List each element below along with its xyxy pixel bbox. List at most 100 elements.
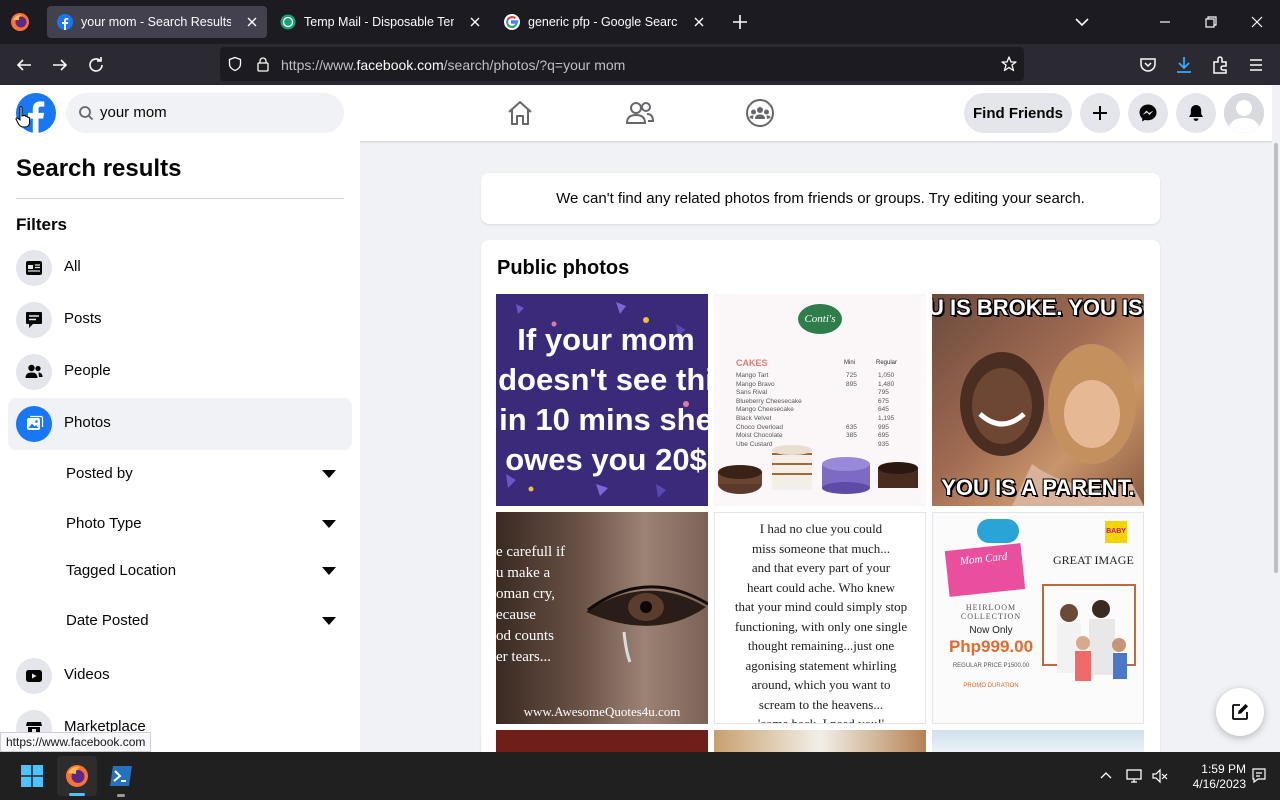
filter-videos[interactable]: Videos: [8, 650, 352, 702]
firefox-menu-icon[interactable]: [10, 12, 30, 32]
pocket-icon[interactable]: [1136, 53, 1160, 77]
regular-price: REGULAR PRICE P1500.00: [952, 663, 1030, 669]
downloads-icon[interactable]: [1172, 53, 1196, 77]
bookmark-star-icon[interactable]: [1000, 55, 1018, 73]
dropdown-caret-icon: [322, 470, 336, 478]
forward-icon[interactable]: [48, 53, 72, 77]
meme-top-text: U IS BROKE. YOU IS TIR: [932, 295, 1144, 320]
scrollbar-thumb[interactable]: [1274, 143, 1278, 573]
photo-result[interactable]: [932, 730, 1144, 754]
groups-icon[interactable]: [744, 97, 776, 129]
menu-regular: 1,195: [878, 414, 895, 422]
filter-label: Photos: [64, 414, 111, 431]
photo-result[interactable]: Conti's CAKES Mini Regular Mango Tart 725…: [714, 294, 926, 506]
filter-posts[interactable]: Posts: [8, 294, 352, 346]
back-icon[interactable]: [12, 53, 36, 77]
photo-result[interactable]: [496, 730, 708, 754]
plus-icon: [1093, 106, 1107, 120]
network-icon[interactable]: [1125, 767, 1143, 785]
promo-duration: PROMO DURATION: [963, 683, 1019, 689]
menu-mini: 725: [846, 372, 857, 379]
quote-line: scream to the heavens...: [758, 696, 884, 712]
people-icon: [25, 364, 43, 378]
volume-muted-icon[interactable]: [1151, 767, 1169, 785]
tab-facebook[interactable]: your mom - Search Results | Facebook: [47, 6, 267, 38]
filter-label: Posts: [64, 310, 102, 327]
tab-title: your mom - Search Results | Facebook: [81, 15, 231, 29]
photo-result[interactable]: If your mom doesn't see thi in 10 mins s…: [496, 294, 708, 506]
system-clock[interactable]: 1:59 PM 4/16/2023: [1178, 762, 1246, 792]
menu-name: Choco Overload: [736, 423, 783, 431]
photo-result[interactable]: BABY Mom Card GREAT IMAGE HEIRLOOM COLLE…: [932, 512, 1144, 724]
quote-line: ecause: [496, 607, 536, 623]
subfilter-date-posted[interactable]: Date Posted: [56, 599, 344, 643]
browser-tab-bar: your mom - Search Results | Facebook Tem…: [0, 0, 1280, 44]
close-tab-icon[interactable]: [245, 15, 259, 29]
list-all-tabs-icon[interactable]: [1070, 10, 1094, 34]
subfilter-posted-by[interactable]: Posted by: [56, 452, 344, 496]
quote-line: functioning, with only one single: [734, 618, 908, 634]
dropdown-caret-icon: [322, 567, 336, 575]
menu-regular: 995: [878, 423, 889, 431]
subfilter-label: Tagged Location: [66, 562, 177, 579]
photo-result[interactable]: e carefull if u make a oman cry, ecause …: [496, 512, 708, 724]
filter-people[interactable]: People: [8, 346, 352, 398]
filter-photos[interactable]: Photos: [8, 398, 352, 450]
search-filters-sidebar: Search results Filters All Posts People …: [0, 141, 360, 752]
close-tab-icon[interactable]: [468, 15, 482, 29]
url-text[interactable]: https://www.facebook.com/search/photos/?…: [281, 57, 625, 73]
menu-regular: 675: [878, 397, 889, 405]
filter-all[interactable]: All: [8, 242, 352, 294]
family-photo: [1042, 584, 1136, 681]
extensions-icon[interactable]: [1208, 53, 1232, 77]
messenger-icon: [1139, 104, 1157, 122]
notification-center-icon[interactable]: [1250, 767, 1268, 785]
compose-icon: [1232, 704, 1248, 720]
firefox-icon: [66, 765, 88, 787]
lock-icon[interactable]: [255, 56, 271, 72]
find-friends-button[interactable]: Find Friends: [964, 93, 1072, 133]
filter-icon-circle: [16, 406, 52, 442]
subfilter-photo-type[interactable]: Photo Type: [56, 502, 344, 546]
subfilter-tagged-location[interactable]: Tagged Location: [56, 549, 344, 593]
home-icon[interactable]: [504, 97, 536, 129]
messenger-button[interactable]: [1128, 93, 1168, 133]
windows-start-icon[interactable]: [21, 765, 43, 787]
account-avatar[interactable]: [1224, 93, 1264, 133]
menu-row: Mango Cheesecake 645: [736, 406, 906, 415]
photo-result[interactable]: [714, 730, 926, 754]
photo-result[interactable]: I had no clue you could miss someone tha…: [714, 512, 926, 724]
taskbar-powershell-button[interactable]: [101, 756, 141, 797]
photo-result[interactable]: U IS BROKE. YOU IS TIR YOU IS A PARENT.: [932, 294, 1144, 506]
notifications-button[interactable]: [1176, 93, 1216, 133]
filter-label: All: [64, 258, 81, 275]
taskbar-firefox-button[interactable]: [57, 756, 97, 796]
filter-icon-circle: [16, 354, 52, 390]
restore-window-icon[interactable]: [1199, 10, 1223, 34]
collection-text: HEIRLOOM COLLECTION: [960, 603, 1022, 621]
filter-label: Videos: [64, 666, 110, 683]
page-scrollbar[interactable]: [1272, 85, 1280, 752]
menu-mini: 635: [846, 423, 857, 431]
hamburger-menu-icon[interactable]: [1244, 53, 1268, 77]
filter-icon-circle: [16, 658, 52, 694]
tracking-protection-icon[interactable]: [227, 56, 243, 72]
friends-icon[interactable]: [624, 97, 656, 129]
minimize-window-icon[interactable]: [1153, 10, 1177, 34]
reload-icon[interactable]: [84, 53, 108, 77]
tab-google[interactable]: generic pfp - Google Search: [494, 6, 714, 38]
url-bar[interactable]: https://www.facebook.com/search/photos/?…: [220, 47, 1024, 81]
facebook-search-field[interactable]: your mom: [66, 93, 344, 133]
new-tab-icon[interactable]: [728, 10, 752, 34]
menu-row: Mango Bravo 895 1,480: [736, 381, 906, 390]
search-input[interactable]: your mom: [100, 104, 167, 121]
close-window-icon[interactable]: [1245, 10, 1269, 34]
show-hidden-icons-icon[interactable]: [1098, 768, 1114, 784]
tab-temp-mail[interactable]: Temp Mail - Disposable Temporary Email: [270, 6, 490, 38]
close-tab-icon[interactable]: [692, 15, 706, 29]
clock-date: 4/16/2023: [1192, 777, 1246, 791]
create-button[interactable]: [1080, 93, 1120, 133]
new-message-button[interactable]: [1216, 688, 1264, 736]
menu-name: Mango Cheesecake: [736, 406, 794, 414]
meme-line: If your mom: [517, 322, 695, 357]
